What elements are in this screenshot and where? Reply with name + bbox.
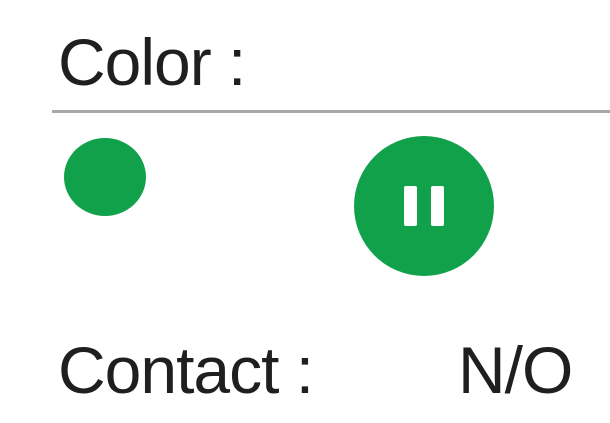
contact-value: N/O [458, 333, 573, 407]
color-swatch-icon [64, 138, 146, 216]
color-label: Color : [58, 25, 246, 99]
pause-bar-right [431, 186, 444, 226]
divider [52, 110, 610, 113]
contact-label: Contact : [58, 333, 314, 407]
pause-button-background [354, 136, 494, 276]
pause-button[interactable] [354, 136, 494, 276]
pause-bar-left [404, 186, 417, 226]
pause-icon [354, 136, 494, 276]
